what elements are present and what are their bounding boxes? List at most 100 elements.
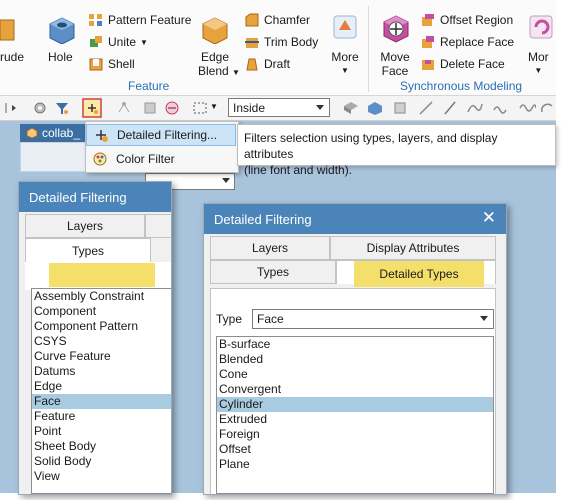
list-item[interactable]: Face: [32, 394, 171, 409]
draft-button[interactable]: Draft: [244, 56, 290, 72]
line-icon[interactable]: [418, 100, 434, 116]
extrude-icon[interactable]: [0, 14, 16, 44]
type-dropdown-value: Face: [257, 312, 284, 326]
list-item[interactable]: Assembly Constraint: [32, 289, 171, 304]
edge-blend-icon[interactable]: [200, 14, 230, 44]
list-item[interactable]: Extruded: [217, 412, 493, 427]
list-item[interactable]: Cylinder: [217, 397, 493, 412]
move-face-label-line1: Move: [380, 50, 410, 64]
more-sync-label: Mor: [528, 50, 549, 64]
list-item[interactable]: Cone: [217, 367, 493, 382]
detailed-types-list[interactable]: B-surface Blended Cone Convergent Cylinder Ex…: [216, 336, 494, 494]
select-body-icon[interactable]: [164, 100, 180, 116]
list-item[interactable]: Foreign: [217, 427, 493, 442]
menu-item-detailed-filtering[interactable]: Detailed Filtering...: [86, 124, 236, 146]
types-list[interactable]: Assembly Constraint Component Component Pa…: [31, 288, 171, 494]
synchronous-modeling-group-label: Synchronous Modeling: [400, 79, 523, 93]
list-item[interactable]: Point: [32, 424, 171, 439]
gear-icon[interactable]: [32, 100, 48, 116]
list-item[interactable]: Blended: [217, 352, 493, 367]
detailed-filter-button-icon[interactable]: [82, 98, 102, 118]
dialog-title: Detailed Filtering: [19, 182, 171, 212]
extrude-label[interactable]: rude: [0, 50, 24, 64]
chevron-down-icon[interactable]: ▼: [232, 68, 240, 77]
hole-label[interactable]: Hole: [48, 50, 73, 64]
draft-label: Draft: [264, 57, 291, 71]
move-face-icon[interactable]: [380, 12, 412, 44]
snap-point-icon[interactable]: [116, 100, 132, 116]
list-item[interactable]: Plane: [217, 457, 493, 472]
select-feature-icon[interactable]: [142, 100, 158, 116]
more-features-button[interactable]: More ▼: [330, 50, 360, 78]
part-file-icon: [26, 127, 38, 139]
list-item[interactable]: Component: [32, 304, 171, 319]
ribbon: rude Hole Pattern Feature Unite ▼ Shell …: [0, 0, 556, 96]
tab-layers[interactable]: Layers: [210, 236, 330, 260]
tab-layers[interactable]: Layers: [25, 214, 145, 238]
replace-face-button[interactable]: Replace Face: [420, 34, 514, 50]
tab-types[interactable]: Types: [25, 238, 151, 262]
list-item[interactable]: Solid Body: [32, 454, 171, 469]
more-features-label: More: [331, 50, 359, 64]
rectangle-select-icon[interactable]: [192, 100, 208, 116]
tab-overflow[interactable]: [145, 214, 171, 238]
edge-blend-button[interactable]: Edge Blend ▼: [198, 50, 240, 80]
chamfer-label: Chamfer: [264, 13, 311, 27]
more-features-icon[interactable]: [332, 14, 358, 40]
filter-icon[interactable]: [54, 100, 70, 116]
chamfer-button[interactable]: Chamfer: [244, 12, 310, 28]
tooltip-line1: Filters selection using types, layers, a…: [244, 131, 498, 161]
arc-icon[interactable]: [540, 100, 554, 116]
tab-detailed-types-label: Detailed Types: [354, 261, 484, 287]
list-item[interactable]: View: [32, 469, 171, 484]
list-item[interactable]: Feature: [32, 409, 171, 424]
list-item[interactable]: Curve Feature: [32, 349, 171, 364]
list-item[interactable]: Datums: [32, 364, 171, 379]
ribbon-separator: [368, 6, 369, 92]
close-icon[interactable]: ✕: [482, 208, 496, 228]
type-dropdown[interactable]: Face: [252, 309, 494, 329]
navigator-panel: [20, 142, 90, 172]
chevron-down-icon[interactable]: ▼: [330, 64, 360, 78]
part-tab[interactable]: collab_: [20, 124, 90, 142]
list-item[interactable]: CSYS: [32, 334, 171, 349]
trim-body-button[interactable]: Trim Body: [244, 34, 318, 50]
toolbar-menu-icon[interactable]: [4, 100, 20, 116]
delete-face-button[interactable]: Delete Face: [420, 56, 505, 72]
unite-button[interactable]: Unite ▼: [88, 34, 148, 50]
spline-icon[interactable]: [492, 100, 510, 116]
tab-display-attributes[interactable]: Display Attributes: [330, 236, 496, 260]
list-item[interactable]: Component Pattern: [32, 319, 171, 334]
more-sync-icon[interactable]: [528, 14, 554, 40]
list-item[interactable]: Sheet Body: [32, 439, 171, 454]
list-item[interactable]: Edge: [32, 379, 171, 394]
move-face-button[interactable]: Move Face: [378, 50, 412, 78]
curve-icon[interactable]: [466, 100, 484, 116]
chevron-down-icon: [222, 178, 230, 183]
menu-item-color-filter[interactable]: Color Filter: [86, 148, 236, 170]
detailed-filter-icon: [96, 130, 108, 142]
chevron-down-icon[interactable]: ▼: [140, 38, 148, 47]
list-item[interactable]: B-surface: [217, 337, 493, 352]
offset-region-button[interactable]: Offset Region: [420, 12, 513, 28]
replace-face-icon: [422, 36, 434, 48]
pattern-feature-button[interactable]: Pattern Feature: [88, 12, 191, 28]
chevron-down-icon[interactable]: ▼: [210, 102, 218, 111]
list-item[interactable]: Offset: [217, 442, 493, 457]
offset-region-label: Offset Region: [440, 13, 514, 27]
detailed-filtering-dialog-detailed-types: Detailed Filtering ✕ Layers Display Attr…: [203, 203, 507, 495]
unite-label: Unite: [108, 35, 137, 49]
select-edge-icon[interactable]: [392, 100, 408, 116]
line-icon-2[interactable]: [442, 100, 458, 116]
wave-icon[interactable]: [518, 100, 536, 116]
filter-context-menu: Detailed Filtering... Color Filter: [85, 121, 239, 173]
selection-scope-dropdown[interactable]: Inside: [228, 98, 330, 117]
list-item[interactable]: Convergent: [217, 382, 493, 397]
select-face-icon[interactable]: [366, 100, 384, 116]
select-solid-icon[interactable]: [342, 100, 360, 116]
hole-icon[interactable]: [46, 14, 76, 44]
tab-types[interactable]: Types: [210, 260, 336, 284]
shell-button[interactable]: Shell: [88, 56, 135, 72]
more-sync-button[interactable]: Mor ▼: [528, 50, 549, 78]
chevron-down-icon[interactable]: ▼: [528, 64, 549, 78]
